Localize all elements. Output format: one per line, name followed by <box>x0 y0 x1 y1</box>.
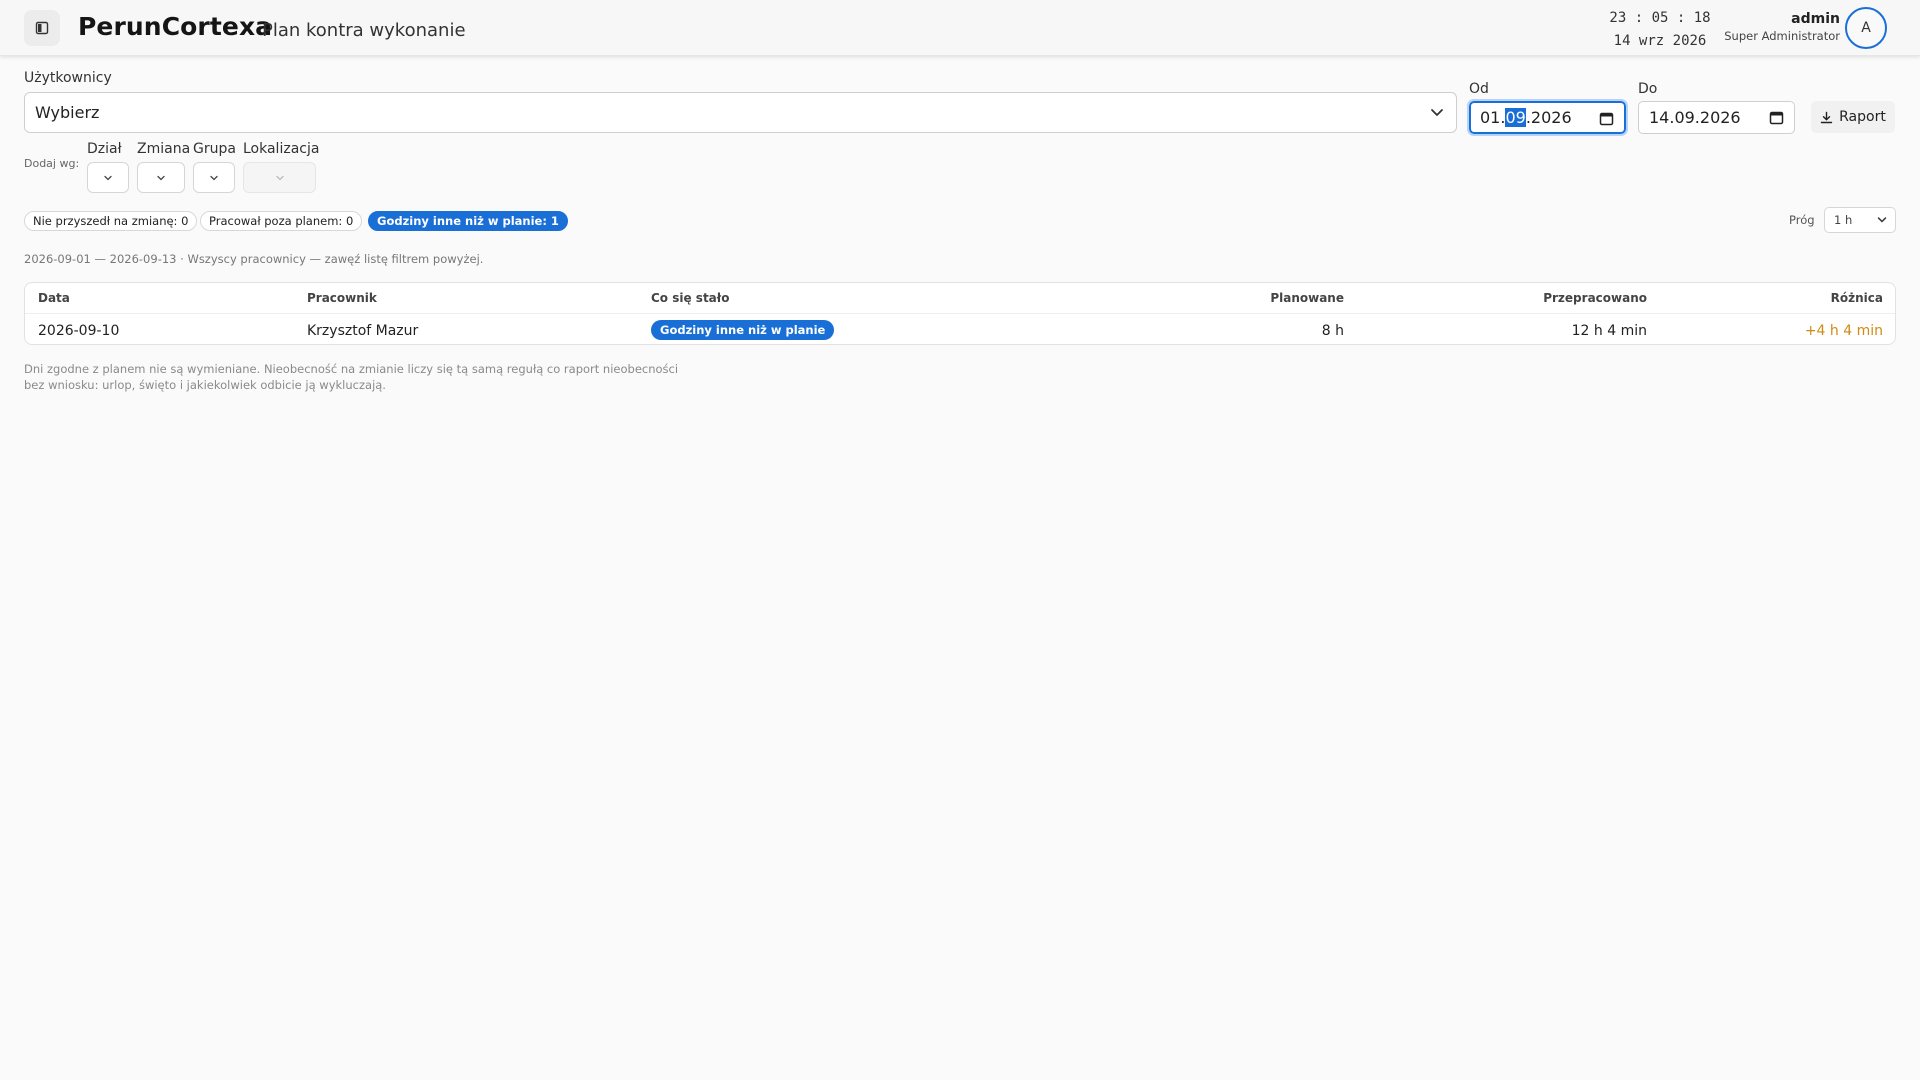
chevron-down-icon <box>210 175 218 180</box>
cell-employee: Krzysztof Mazur <box>307 323 419 339</box>
users-label: Użytkownicy <box>24 70 112 86</box>
download-icon <box>1820 111 1833 123</box>
users-select-value: Wybierz <box>35 103 100 122</box>
cell-planned: 8 h <box>1321 323 1344 339</box>
add-by-label: Dodaj wg: <box>24 157 80 170</box>
shift-select[interactable] <box>137 162 185 193</box>
col-header-difference[interactable]: Różnica <box>1831 291 1883 305</box>
to-date-input[interactable]: 14.09.2026 <box>1638 101 1795 134</box>
chevron-down-icon <box>157 175 165 180</box>
from-label: Od <box>1469 81 1489 97</box>
user-name: admin <box>1791 11 1840 27</box>
status-badge: Godziny inne niż w planie <box>651 320 835 340</box>
chevron-down-icon <box>1431 109 1443 116</box>
dept-select[interactable] <box>87 162 129 193</box>
location-select[interactable] <box>243 162 316 193</box>
group-select[interactable] <box>193 162 235 193</box>
header-divider <box>25 313 1895 314</box>
col-header-worked[interactable]: Przepracowano <box>1543 291 1647 305</box>
to-label: Do <box>1638 81 1658 97</box>
top-bar: PerunCortexa Plan kontra wykonanie 23 : … <box>0 0 1920 56</box>
app-name: PerunCortexa <box>78 12 273 41</box>
cell-date: 2026-09-10 <box>38 323 120 339</box>
chevron-down-icon <box>275 175 284 180</box>
threshold-value: 1 h <box>1834 213 1853 227</box>
clock-time: 23 : 05 : 18 <box>1609 10 1711 26</box>
clock-date: 14 wrz 2026 <box>1613 33 1707 49</box>
shift-label: Zmiana <box>137 141 191 157</box>
group-label: Grupa <box>193 141 236 157</box>
calendar-icon[interactable] <box>1769 110 1784 125</box>
from-date-input[interactable]: 01.09.2026 <box>1467 99 1628 136</box>
from-month-selected: 09 <box>1505 108 1526 127</box>
to-date-value: 14.09.2026 <box>1649 108 1741 127</box>
threshold-select[interactable]: 1 h <box>1824 207 1896 233</box>
chevron-down-icon <box>104 175 112 180</box>
page-title: Plan kontra wykonanie <box>262 20 466 41</box>
users-select[interactable]: Wybierz <box>24 92 1457 133</box>
report-button-label: Raport <box>1839 109 1886 125</box>
calendar-icon[interactable] <box>1599 111 1614 126</box>
chip-no-show[interactable]: Nie przyszedł na zmianę: 0 <box>24 211 198 231</box>
col-header-planned[interactable]: Planowane <box>1270 291 1344 305</box>
clock: 23 : 05 : 18 14 wrz 2026 <box>1600 7 1720 53</box>
cell-worked: 12 h 4 min <box>1571 323 1647 339</box>
results-table: Data Pracownik Co się stało Planowane Pr… <box>24 282 1896 345</box>
chevron-down-icon <box>1877 217 1887 223</box>
cell-difference: +4 h 4 min <box>1804 323 1883 339</box>
sidebar-toggle-button[interactable] <box>24 10 60 46</box>
col-header-date[interactable]: Data <box>38 291 70 305</box>
dept-label: Dział <box>87 141 122 157</box>
chip-hours-differ[interactable]: Godziny inne niż w planie: 1 <box>368 211 568 231</box>
chip-worked-outside-plan[interactable]: Pracował poza planem: 0 <box>200 211 363 231</box>
threshold-label: Próg <box>1789 213 1815 227</box>
footnote: Dni zgodne z planem nie są wymieniane. N… <box>24 362 679 392</box>
range-summary: 2026-09-01 — 2026-09-13 · Wszyscy pracow… <box>24 252 484 266</box>
col-header-employee[interactable]: Pracownik <box>307 291 377 305</box>
avatar[interactable]: A <box>1845 7 1887 49</box>
from-day: 01. <box>1480 108 1506 127</box>
from-year: .2026 <box>1525 108 1572 127</box>
location-label: Lokalizacja <box>243 141 320 157</box>
report-download-button[interactable]: Raport <box>1811 101 1895 133</box>
user-role: Super Administrator <box>1724 29 1840 43</box>
col-header-what[interactable]: Co się stało <box>651 291 729 305</box>
user-info: admin Super Administrator <box>1724 11 1840 43</box>
sidebar-panel-icon <box>35 21 49 35</box>
